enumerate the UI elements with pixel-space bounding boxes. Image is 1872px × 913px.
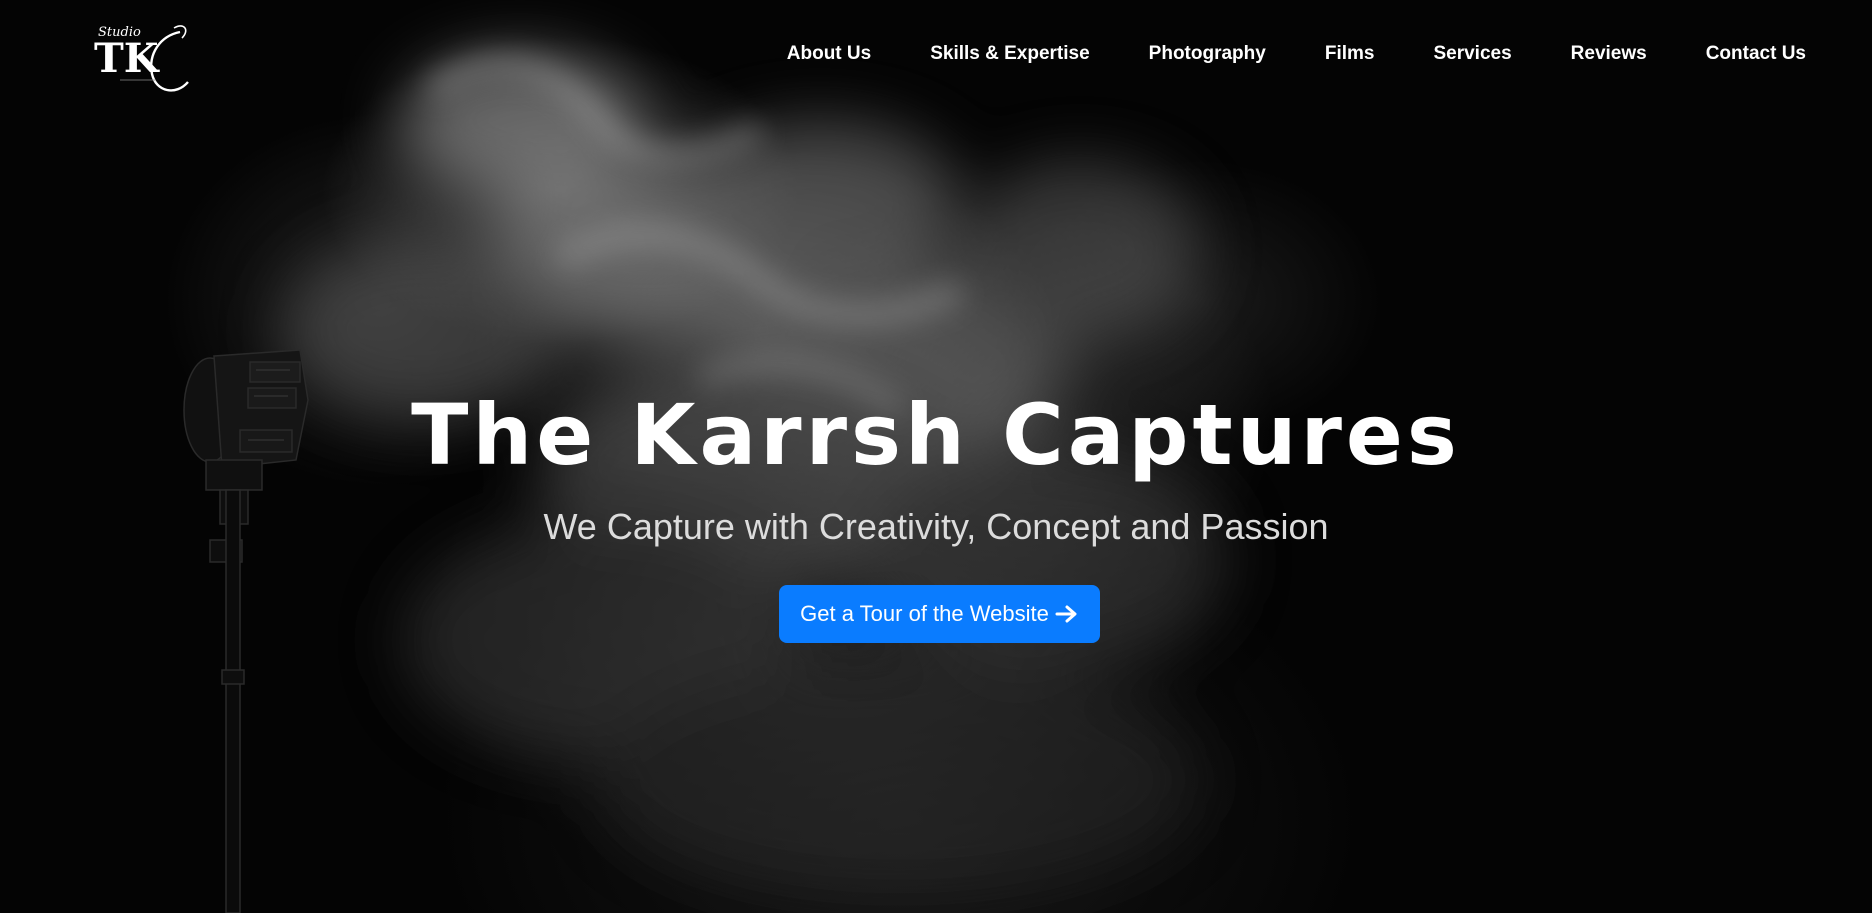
nav-reviews[interactable]: Reviews xyxy=(1571,42,1647,66)
nav-skills-expertise[interactable]: Skills & Expertise xyxy=(930,42,1089,66)
tour-website-button-label: Get a Tour of the Website xyxy=(800,601,1049,626)
nav-photography[interactable]: Photography xyxy=(1149,42,1266,66)
nav-contact-us[interactable]: Contact Us xyxy=(1706,42,1806,66)
logo[interactable]: Studio TK xyxy=(90,18,195,98)
nav-films[interactable]: Films xyxy=(1325,42,1375,66)
arrow-right-icon xyxy=(1055,605,1077,623)
hero-title: The Karrsh Captures xyxy=(411,386,1461,484)
nav-about-us[interactable]: About Us xyxy=(787,42,871,66)
hero-section: Studio TK About Us Skills & Expertise Ph… xyxy=(0,0,1872,913)
logo-monogram: TK xyxy=(94,35,160,82)
hero-subtitle: We Capture with Creativity, Concept and … xyxy=(543,506,1329,547)
tour-website-button[interactable]: Get a Tour of the Website xyxy=(779,585,1100,643)
nav-services[interactable]: Services xyxy=(1433,42,1511,66)
main-nav: About Us Skills & Expertise Photography … xyxy=(728,42,1806,66)
